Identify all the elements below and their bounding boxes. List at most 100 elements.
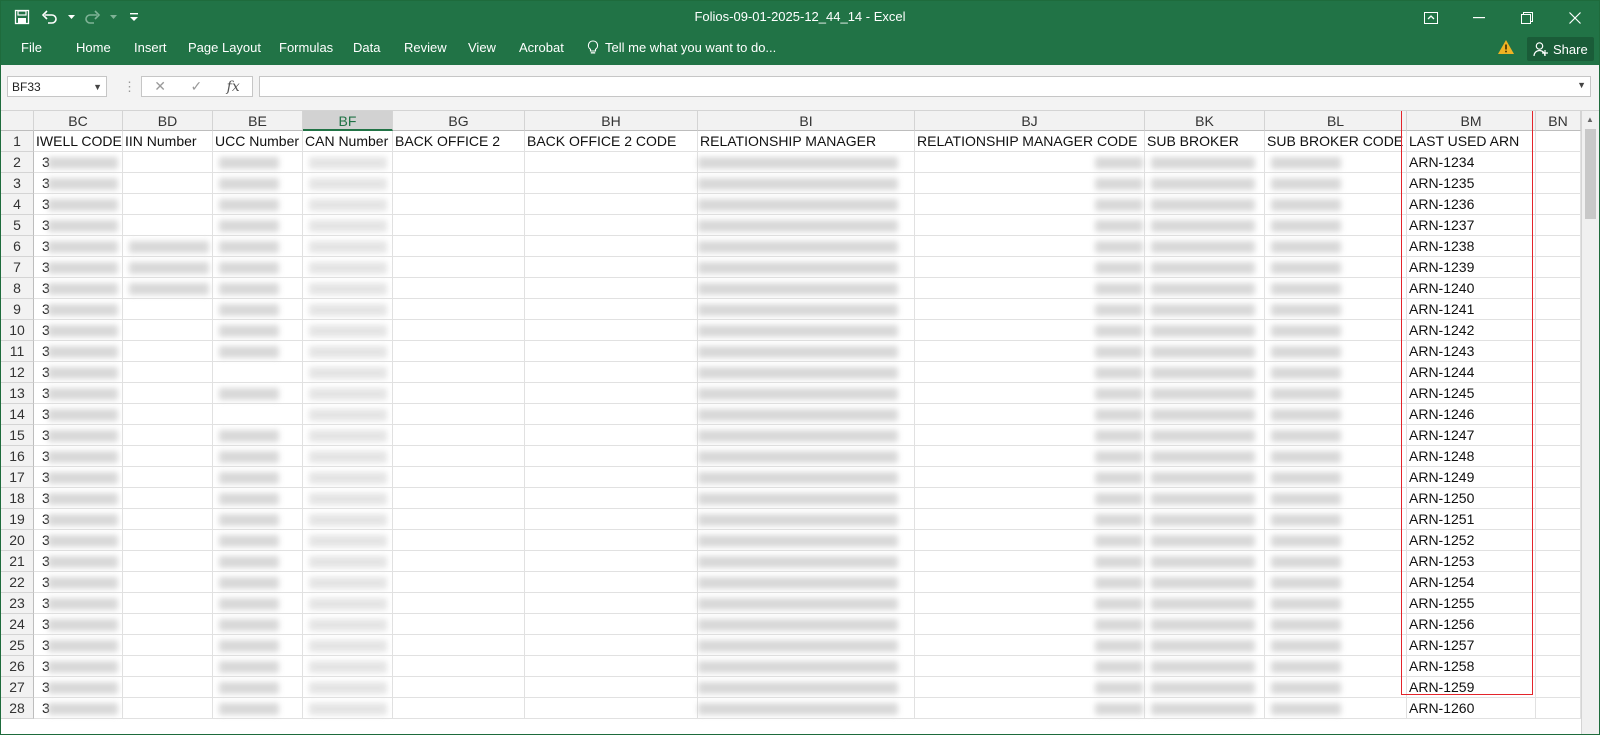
table-cell[interactable]	[1536, 425, 1581, 446]
table-cell[interactable]	[1536, 320, 1581, 341]
table-cell[interactable]	[1536, 383, 1581, 404]
table-cell[interactable]	[123, 593, 213, 614]
table-cell[interactable]	[123, 614, 213, 635]
table-cell[interactable]	[1536, 404, 1581, 425]
header-cell[interactable]: RELATIONSHIP MANAGER	[698, 131, 915, 152]
row-header[interactable]: 4	[1, 194, 34, 215]
table-cell[interactable]	[123, 341, 213, 362]
row-header[interactable]: 7	[1, 257, 34, 278]
table-cell[interactable]	[525, 677, 698, 698]
table-cell[interactable]	[393, 530, 525, 551]
cancel-icon[interactable]: ✕	[154, 78, 166, 95]
table-cell[interactable]: ARN-1244	[1407, 362, 1536, 383]
table-cell[interactable]	[1536, 656, 1581, 677]
table-cell[interactable]	[123, 215, 213, 236]
header-cell[interactable]: UCC Number	[213, 131, 303, 152]
table-cell[interactable]	[525, 446, 698, 467]
column-header-bk[interactable]: BK	[1145, 111, 1265, 131]
column-header-bg[interactable]: BG	[393, 111, 525, 131]
table-cell[interactable]	[123, 446, 213, 467]
table-cell[interactable]	[525, 341, 698, 362]
table-cell[interactable]	[393, 551, 525, 572]
row-header[interactable]: 21	[1, 551, 34, 572]
table-cell[interactable]	[1536, 446, 1581, 467]
table-cell[interactable]: ARN-1235	[1407, 173, 1536, 194]
column-header-bm[interactable]: BM	[1407, 111, 1536, 131]
header-cell[interactable]: CAN Number	[303, 131, 393, 152]
table-cell[interactable]	[123, 635, 213, 656]
table-cell[interactable]: ARN-1259	[1407, 677, 1536, 698]
table-cell[interactable]	[525, 551, 698, 572]
table-cell[interactable]	[123, 530, 213, 551]
row-header[interactable]: 5	[1, 215, 34, 236]
tab-home[interactable]: Home	[76, 40, 111, 55]
table-cell[interactable]	[393, 278, 525, 299]
table-cell[interactable]	[1536, 194, 1581, 215]
column-header-bh[interactable]: BH	[525, 111, 698, 131]
table-cell[interactable]	[393, 236, 525, 257]
table-cell[interactable]	[525, 698, 698, 719]
spreadsheet-grid[interactable]: BC BD BE BF BG BH BI BJ BK BL BM BN 1 2 3 4 5 6 7 8 9 10 11 12 1…	[1, 111, 1599, 734]
table-cell[interactable]	[123, 509, 213, 530]
close-icon[interactable]	[1551, 1, 1599, 34]
table-cell[interactable]: ARN-1247	[1407, 425, 1536, 446]
table-cell[interactable]	[525, 467, 698, 488]
table-cell[interactable]: ARN-1251	[1407, 509, 1536, 530]
table-cell[interactable]	[393, 362, 525, 383]
table-cell[interactable]: ARN-1245	[1407, 383, 1536, 404]
table-cell[interactable]	[123, 383, 213, 404]
row-header[interactable]: 16	[1, 446, 34, 467]
row-header[interactable]: 14	[1, 404, 34, 425]
table-cell[interactable]	[1536, 677, 1581, 698]
table-cell[interactable]	[1536, 173, 1581, 194]
table-cell[interactable]: ARN-1260	[1407, 698, 1536, 719]
row-header[interactable]: 10	[1, 320, 34, 341]
table-cell[interactable]: ARN-1241	[1407, 299, 1536, 320]
table-cell[interactable]	[525, 509, 698, 530]
table-cell[interactable]	[1536, 362, 1581, 383]
table-cell[interactable]	[1536, 593, 1581, 614]
table-cell[interactable]	[123, 173, 213, 194]
table-cell[interactable]	[525, 278, 698, 299]
table-cell[interactable]	[393, 488, 525, 509]
warning-icon[interactable]	[1497, 39, 1515, 60]
table-cell[interactable]	[393, 341, 525, 362]
table-cell[interactable]	[393, 677, 525, 698]
table-cell[interactable]: ARN-1248	[1407, 446, 1536, 467]
restore-icon[interactable]	[1503, 1, 1551, 34]
column-header-bl[interactable]: BL	[1265, 111, 1407, 131]
table-cell[interactable]	[1536, 614, 1581, 635]
table-cell[interactable]	[393, 467, 525, 488]
column-header-bn[interactable]: BN	[1536, 111, 1581, 131]
tell-me-search[interactable]: Tell me what you want to do...	[587, 40, 776, 55]
table-cell[interactable]	[393, 215, 525, 236]
header-cell[interactable]: BACK OFFICE 2	[393, 131, 525, 152]
table-cell[interactable]	[1536, 572, 1581, 593]
tab-formulas[interactable]: Formulas	[279, 40, 333, 55]
table-cell[interactable]: ARN-1254	[1407, 572, 1536, 593]
table-cell[interactable]	[525, 257, 698, 278]
enter-icon[interactable]: ✓	[190, 78, 202, 95]
row-header[interactable]: 11	[1, 341, 34, 362]
table-cell[interactable]	[525, 593, 698, 614]
tab-file[interactable]: File	[21, 40, 42, 55]
table-cell[interactable]	[393, 152, 525, 173]
row-header[interactable]: 25	[1, 635, 34, 656]
table-cell[interactable]	[525, 362, 698, 383]
tab-review[interactable]: Review	[404, 40, 447, 55]
row-header[interactable]: 27	[1, 677, 34, 698]
table-cell[interactable]	[1536, 698, 1581, 719]
header-cell[interactable]: IWELL CODE	[34, 131, 123, 152]
formula-bar-splitter[interactable]: ⋮	[123, 79, 136, 95]
row-header[interactable]: 20	[1, 530, 34, 551]
row-header[interactable]: 12	[1, 362, 34, 383]
table-cell[interactable]	[1536, 299, 1581, 320]
table-cell[interactable]	[1536, 509, 1581, 530]
row-header[interactable]: 26	[1, 656, 34, 677]
expand-formula-icon[interactable]: ▼	[1577, 80, 1586, 90]
table-cell[interactable]	[525, 488, 698, 509]
table-cell[interactable]	[393, 383, 525, 404]
column-header-bd[interactable]: BD	[123, 111, 213, 131]
table-cell[interactable]	[123, 404, 213, 425]
table-cell[interactable]	[525, 614, 698, 635]
